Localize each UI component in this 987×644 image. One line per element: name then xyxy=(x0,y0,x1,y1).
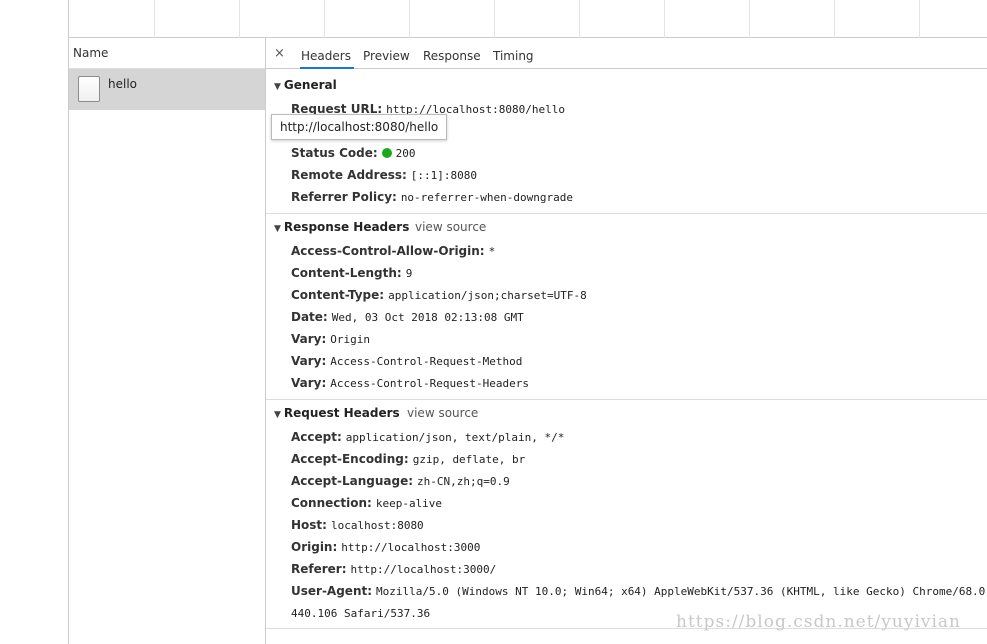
waterfall-gridline xyxy=(919,0,920,38)
waterfall-gridline xyxy=(834,0,835,38)
request-view-source-link[interactable]: view source xyxy=(407,406,478,420)
response-header-row: Content-Length: 9 xyxy=(291,266,413,280)
details-tab-bar: × Headers Preview Response Timing xyxy=(266,38,987,69)
triangle-down-icon: ▼ xyxy=(274,82,281,92)
waterfall-gridline xyxy=(239,0,240,38)
request-headers-title: Request Headers xyxy=(283,406,400,420)
request-header-row: Accept-Encoding: gzip, deflate, br xyxy=(291,452,526,466)
request-headers-section-toggle[interactable]: ▼ Request Headers xyxy=(274,406,400,420)
request-header-row: Accept-Language: zh-CN,zh;q=0.9 xyxy=(291,474,510,488)
waterfall-gridline xyxy=(664,0,665,38)
waterfall-gridline xyxy=(409,0,410,38)
request-header-row: Origin: http://localhost:3000 xyxy=(291,540,481,554)
request-name-list: Name hello xyxy=(68,38,266,644)
response-header-row: Content-Type: application/json;charset=UT… xyxy=(291,288,587,302)
response-header-row: Date: Wed, 03 Oct 2018 02:13:08 GMT xyxy=(291,310,524,324)
document-icon xyxy=(78,76,100,102)
general-section-toggle[interactable]: ▼ General xyxy=(274,78,337,92)
request-header-row: Host: localhost:8080 xyxy=(291,518,424,532)
tab-timing[interactable]: Timing xyxy=(493,38,534,69)
watermark: https://blog.csdn.net/yuyivian xyxy=(676,612,962,632)
name-column-header[interactable]: Name xyxy=(69,38,265,69)
request-header-row: Connection: keep-alive xyxy=(291,496,443,510)
left-gutter xyxy=(0,0,68,644)
response-header-row: Vary: Access-Control-Request-Method xyxy=(291,354,523,368)
waterfall-gridline xyxy=(579,0,580,38)
waterfall-gridline xyxy=(324,0,325,38)
close-icon[interactable]: × xyxy=(274,46,285,61)
general-row: Referrer Policy: no-referrer-when-downgra… xyxy=(291,190,573,204)
waterfall-gridline xyxy=(494,0,495,38)
response-headers-section-toggle[interactable]: ▼ Response Headers xyxy=(274,220,409,234)
request-row-hello[interactable]: hello xyxy=(69,69,265,110)
waterfall-overview[interactable] xyxy=(68,0,987,38)
user-agent-continuation: 440.106 Safari/537.36 xyxy=(291,607,431,620)
request-header-row: Accept: application/json, text/plain, */* xyxy=(291,430,565,444)
general-row: Remote Address: [::1]:8080 xyxy=(291,168,478,182)
url-tooltip: http://localhost:8080/hello xyxy=(271,114,448,140)
response-header-row: Access-Control-Allow-Origin: * xyxy=(291,244,496,258)
tab-response[interactable]: Response xyxy=(423,38,481,69)
response-view-source-link[interactable]: view source xyxy=(415,220,486,234)
triangle-down-icon: ▼ xyxy=(274,410,281,420)
section-divider xyxy=(266,399,987,400)
response-headers-title: Response Headers xyxy=(283,220,410,234)
general-title: General xyxy=(283,78,337,92)
request-header-row: Referer: http://localhost:3000/ xyxy=(291,562,497,576)
waterfall-gridline xyxy=(154,0,155,38)
request-header-row: User-Agent: Mozilla/5.0 (Windows NT 10.0;… xyxy=(291,584,985,598)
waterfall-gridline xyxy=(749,0,750,38)
triangle-down-icon: ▼ xyxy=(274,224,281,234)
response-header-row: Vary: Access-Control-Request-Headers xyxy=(291,376,529,390)
status-ok-icon xyxy=(381,148,392,158)
tab-preview[interactable]: Preview xyxy=(363,38,410,69)
general-row: Status Code: 200 xyxy=(291,146,416,160)
request-name: hello xyxy=(108,77,137,91)
section-divider xyxy=(266,213,987,214)
response-header-row: Vary: Origin xyxy=(291,332,371,346)
tab-headers[interactable]: Headers xyxy=(300,38,354,69)
